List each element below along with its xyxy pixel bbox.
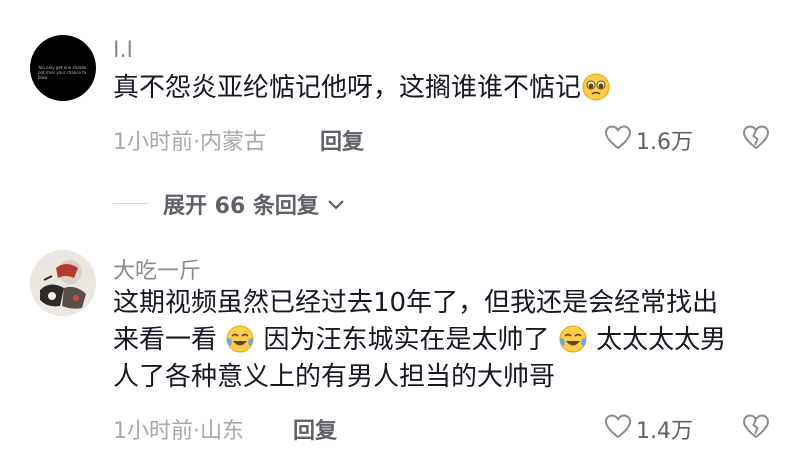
comment-text: 真不怨炎亚纶惦记他呀，这搁谁谁不惦记 [113,70,783,107]
reply-button[interactable]: 回复 [320,124,364,156]
expand-replies-label: 展开 66 条回复 [163,194,319,219]
comment-text-segment: 太太太太男 [596,325,727,355]
comment-text-line: 来看一看 因为汪东城实在是太帅了 太太太太男 [113,322,783,359]
comment-text-segment: 来看一看 [113,325,218,355]
crying-laughing-emoji [226,325,254,353]
comment-text-line: 人了各种意义上的有男人担当的大帅哥 [113,362,556,392]
comment-text-line: 真不怨炎亚纶惦记他呀，这搁谁谁不惦记 [113,73,582,103]
crying-laughing-emoji [559,325,587,353]
divider [113,203,149,204]
avatar-illustration [30,250,96,316]
pleading-face-emoji [582,73,610,101]
comment-text: 这期视频虽然已经过去10年了，但我还是会经常找出 来看一看 因为汪东城实在是太帅… [113,285,783,396]
heart-outline-icon[interactable] [604,413,632,439]
reply-button[interactable]: 回复 [293,413,337,445]
comment-meta: 1小时前·内蒙古 [113,130,266,155]
broken-heart-icon[interactable] [742,413,770,439]
like-count: 1.4万 [636,419,693,444]
username[interactable]: 大吃一斤 [113,253,201,285]
comment-meta: 1小时前·山东 [113,419,244,444]
expand-replies-button[interactable]: 展开 66 条回复 [163,188,345,220]
comment-text-segment: 因为汪东城实在是太帅了 [263,325,550,355]
heart-outline-icon[interactable] [604,124,632,150]
avatar[interactable] [30,250,96,316]
avatar-caption: You only get one shotdo not miss your ch… [38,65,87,80]
comment-text-line: 这期视频虽然已经过去10年了，但我还是会经常找出 [113,288,719,318]
username[interactable]: I.I [113,38,133,63]
like-count: 1.6万 [636,130,693,155]
chevron-down-icon [327,200,344,210]
broken-heart-icon[interactable] [742,124,770,150]
avatar[interactable]: You only get one shotdo not miss your ch… [30,35,96,101]
